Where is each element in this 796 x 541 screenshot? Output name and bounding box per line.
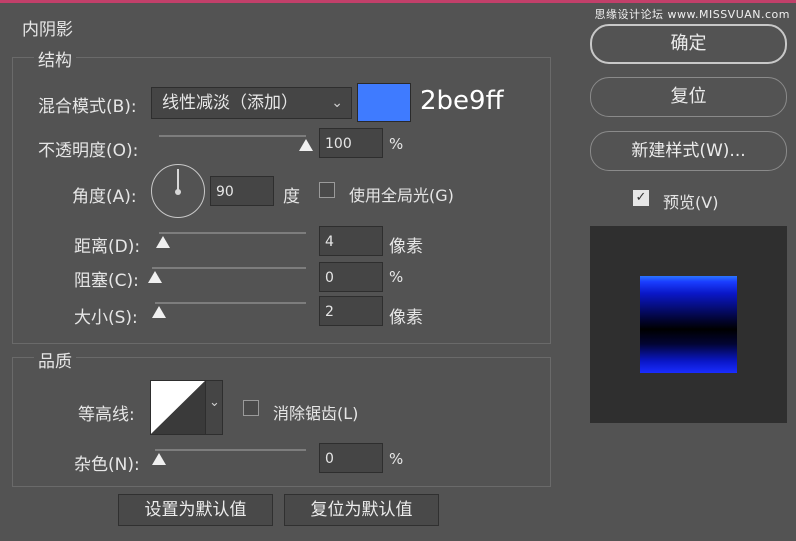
global-light-label: 使用全局光(G) <box>349 186 454 205</box>
quality-group-title: 品质 <box>34 347 76 372</box>
choke-label: 阻塞(C): <box>74 271 139 291</box>
global-light-checkbox[interactable] <box>319 182 335 198</box>
window-top-accent <box>0 0 796 3</box>
size-label: 大小(S): <box>74 308 138 328</box>
distance-unit: 像素 <box>389 237 423 257</box>
color-swatch[interactable] <box>357 83 411 122</box>
blend-mode-value: 线性减淡（添加） <box>162 93 298 113</box>
opacity-label: 不透明度(O): <box>38 141 139 161</box>
reset-default-button[interactable]: 复位为默认值 <box>284 494 439 526</box>
opacity-slider-thumb[interactable] <box>299 139 313 151</box>
contour-curve-icon <box>151 381 205 434</box>
new-style-button[interactable]: 新建样式(W)... <box>590 131 787 171</box>
angle-label: 角度(A): <box>72 187 137 207</box>
panel-title: 内阴影 <box>22 20 73 40</box>
preview-panel <box>590 226 787 423</box>
opacity-slider-track[interactable] <box>159 135 306 137</box>
angle-dial[interactable] <box>151 164 205 218</box>
distance-slider-thumb[interactable] <box>156 236 170 248</box>
noise-input[interactable]: 0 <box>319 443 383 473</box>
choke-unit: % <box>389 268 404 286</box>
noise-slider-thumb[interactable] <box>152 453 166 465</box>
color-hex-label: 2be9ff <box>420 86 504 116</box>
angle-unit: 度 <box>283 187 300 207</box>
contour-label: 等高线: <box>78 405 135 425</box>
distance-input[interactable]: 4 <box>319 226 383 256</box>
choke-slider-track[interactable] <box>152 267 306 269</box>
preview-swatch <box>640 276 737 373</box>
opacity-input[interactable]: 100 <box>319 128 383 158</box>
structure-group-title: 结构 <box>34 46 76 71</box>
noise-unit: % <box>389 450 404 468</box>
blend-mode-select[interactable]: 线性减淡（添加） ⌄ <box>151 87 352 119</box>
ok-button[interactable]: 确定 <box>590 24 787 64</box>
blend-mode-label: 混合模式(B): <box>38 97 137 117</box>
size-slider-thumb[interactable] <box>152 306 166 318</box>
chevron-down-icon: ⌄ <box>209 395 220 410</box>
preview-label: 预览(V) <box>663 193 719 212</box>
size-unit: 像素 <box>389 308 423 328</box>
distance-label: 距离(D): <box>74 237 141 257</box>
reset-button[interactable]: 复位 <box>590 77 787 117</box>
anti-alias-checkbox[interactable] <box>243 400 259 416</box>
noise-label: 杂色(N): <box>74 455 140 475</box>
choke-input[interactable]: 0 <box>319 262 383 292</box>
opacity-unit: % <box>389 135 404 153</box>
distance-slider-track[interactable] <box>159 232 306 234</box>
angle-dial-center <box>175 189 181 195</box>
angle-input[interactable]: 90 <box>210 176 274 206</box>
choke-slider-thumb[interactable] <box>148 271 162 283</box>
preview-checkbox[interactable]: ✓ <box>633 190 649 206</box>
anti-alias-label: 消除锯齿(L) <box>273 404 359 423</box>
noise-slider-track[interactable] <box>155 449 306 451</box>
make-default-button[interactable]: 设置为默认值 <box>118 494 273 526</box>
site-watermark: 思缘设计论坛 www.MISSVUAN.com <box>594 8 790 21</box>
angle-dial-needle <box>177 169 179 191</box>
contour-picker[interactable]: ⌄ <box>150 380 223 435</box>
size-slider-track[interactable] <box>155 302 306 304</box>
chevron-down-icon: ⌄ <box>331 95 343 111</box>
size-input[interactable]: 2 <box>319 296 383 326</box>
